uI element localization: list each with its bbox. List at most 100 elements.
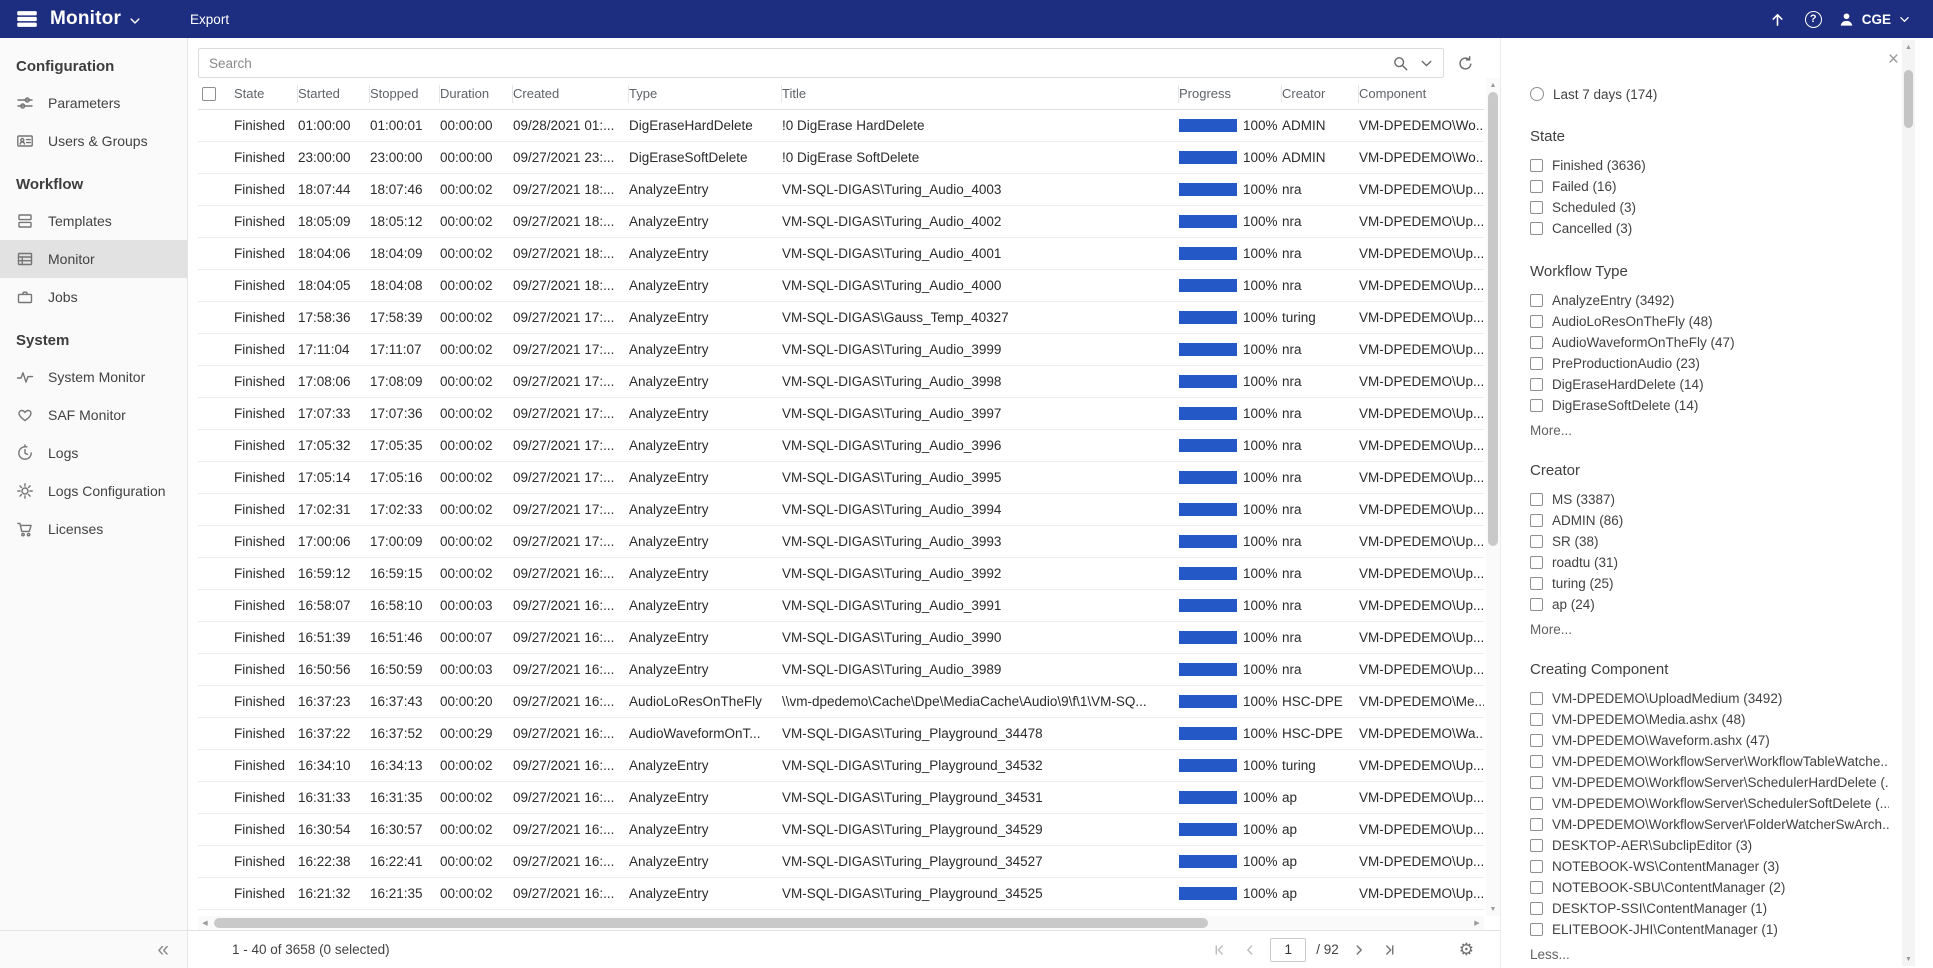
table-row[interactable]: Finished17:11:0417:11:0700:00:0209/27/20… (198, 334, 1484, 366)
panel-scrollbar[interactable]: ▲ ▼ (1902, 40, 1915, 966)
panel-scroll-thumb[interactable] (1904, 70, 1913, 128)
table-row[interactable]: Finished16:30:5416:30:5700:00:0209/27/20… (198, 814, 1484, 846)
filter-option[interactable]: PreProductionAudio (23) (1530, 353, 1889, 374)
scroll-up-icon[interactable]: ▲ (1486, 78, 1500, 92)
filter-option[interactable]: DigEraseSoftDelete (14) (1530, 395, 1889, 416)
checkbox[interactable] (1530, 493, 1543, 506)
checkbox[interactable] (1530, 378, 1543, 391)
sidebar-item-templates[interactable]: Templates (0, 202, 187, 240)
panel-scroll-down-icon[interactable]: ▼ (1902, 952, 1915, 966)
checkbox[interactable] (1530, 357, 1543, 370)
search-input[interactable] (209, 56, 1387, 71)
filter-option[interactable]: NOTEBOOK-WS\ContentManager (3) (1530, 856, 1889, 877)
filter-option[interactable]: VM-DPEDEMO\WorkflowServer\SchedulerHardD… (1530, 772, 1889, 793)
show-more-link[interactable]: More... (1530, 622, 1889, 637)
search-options-chevron-down-icon[interactable] (1413, 51, 1439, 75)
sidebar-item-licenses[interactable]: Licenses (0, 510, 187, 548)
table-row[interactable]: Finished16:21:3216:21:3500:00:0209/27/20… (198, 878, 1484, 910)
panel-scroll-track[interactable] (1902, 54, 1915, 952)
help-icon[interactable]: ? (1805, 11, 1822, 28)
filter-option[interactable]: Finished (3636) (1530, 155, 1889, 176)
filter-option[interactable]: AudioWaveformOnTheFly (47) (1530, 332, 1889, 353)
scroll-down-icon[interactable]: ▼ (1486, 902, 1500, 916)
checkbox[interactable] (1530, 734, 1543, 747)
table-row[interactable]: Finished18:04:0618:04:0900:00:0209/27/20… (198, 238, 1484, 270)
show-more-link[interactable]: More... (1530, 423, 1889, 438)
filter-option[interactable]: DESKTOP-AER\SubclipEditor (3) (1530, 835, 1889, 856)
export-menu[interactable]: Export (190, 12, 229, 27)
vertical-scroll-track[interactable] (1486, 92, 1500, 902)
scroll-left-icon[interactable]: ◀ (198, 916, 212, 930)
sidebar-item-jobs[interactable]: Jobs (0, 278, 187, 316)
checkbox[interactable] (1530, 556, 1543, 569)
table-row[interactable]: Finished16:58:0716:58:1000:00:0309/27/20… (198, 590, 1484, 622)
filter-option[interactable]: VM-DPEDEMO\WorkflowServer\FolderWatcherS… (1530, 814, 1889, 835)
column-header-started[interactable]: Started (298, 85, 370, 103)
sidebar-item-saf-monitor[interactable]: SAF Monitor (0, 396, 187, 434)
checkbox[interactable] (1530, 923, 1543, 936)
filter-option[interactable]: VM-DPEDEMO\Media.ashx (48) (1530, 709, 1889, 730)
collapse-sidebar-icon[interactable]: « (157, 939, 169, 960)
previous-page-icon[interactable] (1240, 940, 1260, 960)
refresh-icon[interactable] (1452, 51, 1478, 75)
table-row[interactable]: Finished16:31:3316:31:3500:00:0209/27/20… (198, 782, 1484, 814)
filter-option[interactable]: Scheduled (3) (1530, 197, 1889, 218)
table-row[interactable]: Finished17:00:0617:00:0900:00:0209/27/20… (198, 526, 1484, 558)
filter-option[interactable]: ADMIN (86) (1530, 510, 1889, 531)
filter-option[interactable]: MS (3387) (1530, 489, 1889, 510)
column-header-progress[interactable]: Progress (1179, 85, 1282, 103)
horizontal-scroll-thumb[interactable] (214, 918, 1208, 928)
column-header-type[interactable]: Type (629, 85, 782, 103)
filter-option[interactable]: VM-DPEDEMO\UploadMedium (3492) (1530, 688, 1889, 709)
sidebar-item-system-monitor[interactable]: System Monitor (0, 358, 187, 396)
checkbox[interactable] (1530, 902, 1543, 915)
filter-option[interactable]: AudioLoResOnTheFly (48) (1530, 311, 1889, 332)
checkbox[interactable] (1530, 598, 1543, 611)
table-row[interactable]: Finished16:37:2216:37:5200:00:2909/27/20… (198, 718, 1484, 750)
horizontal-scrollbar[interactable]: ◀ ▶ (198, 916, 1484, 930)
table-row[interactable]: Finished16:51:3916:51:4600:00:0709/27/20… (198, 622, 1484, 654)
table-row[interactable]: Finished16:59:1216:59:1500:00:0209/27/20… (198, 558, 1484, 590)
filter-option[interactable]: turing (25) (1530, 573, 1889, 594)
vertical-scrollbar[interactable]: ▲ ▼ (1486, 78, 1500, 916)
first-page-icon[interactable] (1210, 940, 1230, 960)
filter-option[interactable]: VM-DPEDEMO\WorkflowServer\SchedulerSoftD… (1530, 793, 1889, 814)
app-switcher-chevron-down-icon[interactable] (128, 14, 142, 28)
search-icon[interactable] (1387, 51, 1413, 75)
vertical-scroll-thumb[interactable] (1488, 92, 1498, 546)
table-row[interactable]: Finished23:00:0023:00:0000:00:0009/27/20… (198, 142, 1484, 174)
checkbox[interactable] (1530, 713, 1543, 726)
checkbox[interactable] (1530, 315, 1543, 328)
sidebar-item-logs[interactable]: Logs (0, 434, 187, 472)
checkbox[interactable] (1530, 201, 1543, 214)
filter-option[interactable]: VM-DPEDEMO\WorkflowServer\WorkflowTableW… (1530, 751, 1889, 772)
column-header-creator[interactable]: Creator (1282, 85, 1359, 103)
table-row[interactable]: Finished18:07:4418:07:4600:00:0209/27/20… (198, 174, 1484, 206)
table-row[interactable]: Finished17:07:3317:07:3600:00:0209/27/20… (198, 398, 1484, 430)
table-row[interactable]: Finished01:00:0001:00:0100:00:0009/28/20… (198, 110, 1484, 142)
table-settings-gear-icon[interactable]: ⚙ (1459, 940, 1474, 960)
filter-option[interactable]: AnalyzeEntry (3492) (1530, 290, 1889, 311)
checkbox[interactable] (1530, 797, 1543, 810)
filter-option[interactable]: ELITEBOOK-JHI\ContentManager (1) (1530, 919, 1889, 940)
filter-option[interactable]: ap (24) (1530, 594, 1889, 615)
checkbox[interactable] (1530, 336, 1543, 349)
checkbox[interactable] (1530, 535, 1543, 548)
scroll-to-top-icon[interactable] (1767, 8, 1789, 30)
table-row[interactable]: Finished17:08:0617:08:0900:00:0209/27/20… (198, 366, 1484, 398)
checkbox[interactable] (1530, 294, 1543, 307)
table-row[interactable]: Finished18:05:0918:05:1200:00:0209/27/20… (198, 206, 1484, 238)
column-header-component[interactable]: Component (1359, 85, 1484, 103)
sidebar-item-users-groups[interactable]: Users & Groups (0, 122, 187, 160)
checkbox[interactable] (1530, 860, 1543, 873)
column-header-duration[interactable]: Duration (440, 85, 513, 103)
checkbox[interactable] (1530, 881, 1543, 894)
table-row[interactable]: Finished16:22:3816:22:4100:00:0209/27/20… (198, 846, 1484, 878)
filter-option[interactable]: Cancelled (3) (1530, 218, 1889, 239)
close-filter-panel-icon[interactable]: × (1888, 50, 1899, 69)
radio-button[interactable] (1530, 87, 1544, 101)
show-less-link[interactable]: Less... (1530, 947, 1889, 962)
column-header-title[interactable]: Title (782, 85, 1179, 103)
table-row[interactable]: Finished17:02:3117:02:3300:00:0209/27/20… (198, 494, 1484, 526)
sidebar-item-parameters[interactable]: Parameters (0, 84, 187, 122)
